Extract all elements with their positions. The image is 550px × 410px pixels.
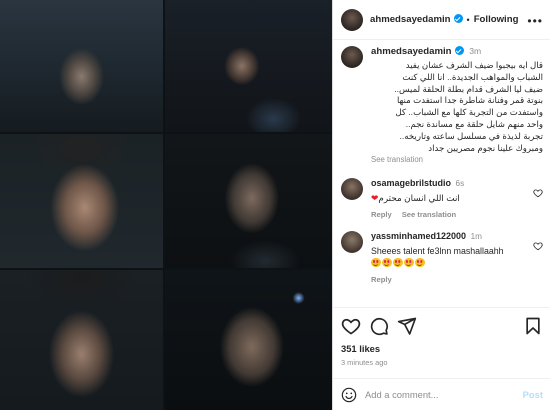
heart-eyes-emoji-icon xyxy=(382,257,392,268)
share-icon[interactable] xyxy=(397,316,417,336)
following-button[interactable]: Following xyxy=(474,14,519,25)
comment-icon[interactable] xyxy=(369,316,389,336)
heart-eyes-emoji-icon xyxy=(371,257,381,268)
verified-badge-icon xyxy=(454,46,464,55)
comment-time: 6s xyxy=(455,179,465,189)
heart-eyes-emoji-icon xyxy=(393,257,403,268)
see-translation-button[interactable]: See translation xyxy=(402,210,456,219)
emoji-icon[interactable] xyxy=(341,387,357,403)
caption: ahmedsayedamin 3m قال ايه بيجبوا ضيف الش… xyxy=(333,46,550,164)
commenter-avatar[interactable] xyxy=(341,231,363,254)
comment-text: Sheees talent fe3lnn mashallaahh xyxy=(371,245,543,269)
caption-see-translation[interactable]: See translation xyxy=(371,155,543,164)
author-avatar[interactable] xyxy=(341,8,363,31)
caption-line: ضيف ليا الشرف قدام بطلة الحلقة لميس.. xyxy=(394,83,543,94)
media-tile-man-talking xyxy=(165,134,332,268)
add-comment-input[interactable] xyxy=(365,389,505,400)
header-separator: • xyxy=(466,14,470,25)
post-side-panel: ahmedsayedamin • Following ••• ahmedsaye… xyxy=(332,0,550,410)
caption-username[interactable]: ahmedsayedamin xyxy=(371,46,452,57)
media-tile-girl-standing xyxy=(0,0,163,132)
post-media-collage[interactable] xyxy=(0,0,332,410)
caption-time: 3m xyxy=(469,46,482,56)
caption-line: الشباب والمواهب الجديدة.. انا اللي كنت xyxy=(402,71,543,82)
post-header: ahmedsayedamin • Following ••• xyxy=(333,0,550,40)
likes-count[interactable]: 351 likes xyxy=(341,343,543,354)
verified-badge-icon xyxy=(453,14,463,23)
caption-username-line: ahmedsayedamin 3m xyxy=(371,46,543,57)
more-options-icon[interactable]: ••• xyxy=(527,14,543,28)
comment-meta: Reply xyxy=(371,275,543,284)
comment-meta: Reply See translation xyxy=(371,210,543,219)
comment-time: 1m xyxy=(470,232,482,242)
caption-line: ومبروك علينا نجوم مصريين جداد xyxy=(428,142,543,153)
comment-item: yassminhamed122000 1m Sheees talent fe3l… xyxy=(333,231,550,284)
media-tile-girl-crying xyxy=(0,134,163,268)
commenter-username[interactable]: yassminhamed122000 xyxy=(371,231,466,241)
caption-line: واحد منهم شايل حلقة مع مساندة نجم.. xyxy=(405,118,543,129)
comments-list[interactable]: ahmedsayedamin 3m قال ايه بيجبوا ضيف الش… xyxy=(333,46,550,303)
save-bookmark-icon[interactable] xyxy=(523,316,543,336)
post-comment-button[interactable]: Post xyxy=(523,389,543,400)
post-actions: 351 likes 3 minutes ago xyxy=(333,307,550,379)
caption-avatar[interactable] xyxy=(341,46,363,68)
post-time-ago: 3 minutes ago xyxy=(341,358,388,367)
caption-line: بنوتة قمر وفنانة شاطرة جدا استفدت منها xyxy=(396,95,543,106)
commenter-username[interactable]: osamagebrilstudio xyxy=(371,178,451,188)
comment-like-heart-icon[interactable] xyxy=(533,188,543,198)
caption-text: قال ايه بيجبوا ضيف الشرف عشان يفيد الشبا… xyxy=(371,60,543,154)
emoji-row xyxy=(371,257,543,269)
reply-button[interactable]: Reply xyxy=(371,210,392,219)
action-icons-row xyxy=(341,316,543,338)
media-tile-man-closeup xyxy=(165,270,332,410)
commenter-avatar[interactable] xyxy=(341,178,363,201)
caption-line: واستفدت من التجربة كلها مع الشباب.. كل xyxy=(395,107,543,118)
add-comment-bar: Post xyxy=(333,378,550,410)
reply-button[interactable]: Reply xyxy=(371,275,392,284)
author-username[interactable]: ahmedsayedamin xyxy=(370,14,463,25)
heart-eyes-emoji-icon xyxy=(415,257,425,268)
comment-like-heart-icon[interactable] xyxy=(533,241,543,251)
comment-header: osamagebrilstudio 6s xyxy=(371,178,543,188)
comment-text: انت اللي انسان محترم❤ xyxy=(371,193,460,204)
media-tile-girl-closeup xyxy=(0,270,163,410)
comment-header: yassminhamed122000 1m xyxy=(371,231,543,241)
like-heart-icon[interactable] xyxy=(341,316,361,336)
caption-line: قال ايه بيجبوا ضيف الشرف عشان يفيد xyxy=(405,60,543,70)
heart-eyes-emoji-icon xyxy=(404,257,414,268)
comment-item: osamagebrilstudio 6s انت اللي انسان محتر… xyxy=(333,178,550,219)
caption-line: تجربة لذيذة في مسلسل ساعته وتاريخه.. xyxy=(399,130,544,141)
media-tile-man-kneeling xyxy=(165,0,332,132)
